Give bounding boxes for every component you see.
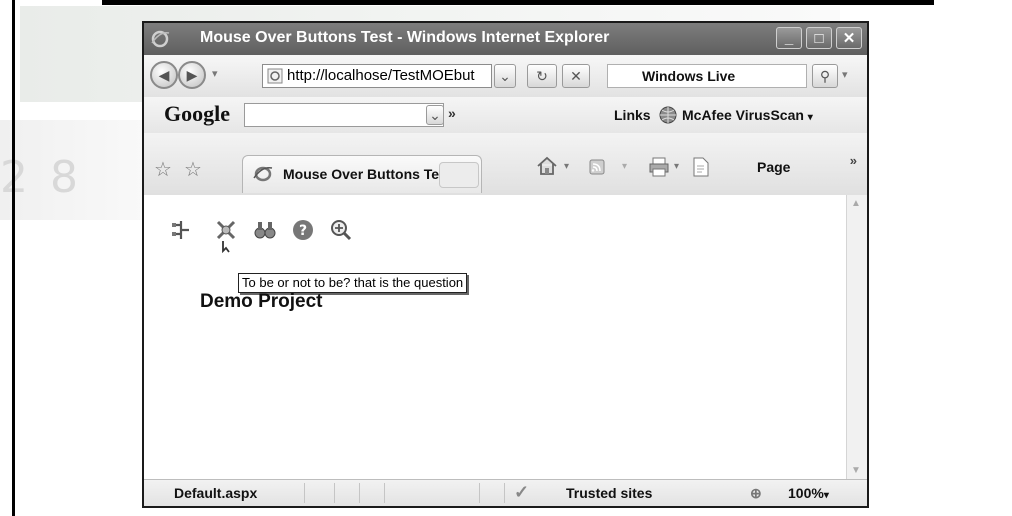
feeds-icon[interactable] [589,159,605,175]
zoom-level-text: 100% [788,485,824,501]
mcafee-button[interactable]: McAfee VirusScan ▾ [658,106,813,124]
svg-text:?: ? [299,223,307,239]
search-provider-label: Windows Live [642,68,736,84]
refresh-button[interactable]: ↻ [527,64,557,88]
zoom-status-icon: ⊕ [750,485,762,501]
back-button[interactable]: ◀ [150,61,178,89]
new-tab-button[interactable] [439,162,479,188]
status-bar: Default.aspx ✓ Trusted sites ⊕ 100%▾ [144,479,867,506]
left-black-rule [12,0,15,516]
security-zone-text[interactable]: Trusted sites [566,485,652,501]
google-logo: Google [164,101,230,126]
ie-window: Mouse Over Buttons Test - Windows Intern… [142,21,869,508]
close-button[interactable]: ✕ [836,27,862,49]
forward-arrow-icon: ▶ [186,67,198,83]
status-divider [384,483,385,503]
page-favicon-icon [267,68,283,84]
status-page-text: Default.aspx [174,485,258,501]
stop-icon: ✕ [570,68,582,84]
search-icon: ⚲ [819,68,831,84]
mcafee-globe-icon [659,106,677,124]
status-divider [304,483,305,503]
status-divider [334,483,335,503]
url-text: http://localhose/TestMOEbut [287,67,475,84]
links-button[interactable]: Links [614,107,651,123]
home-dropdown-icon[interactable]: ▾ [564,161,569,172]
tab-label: Mouse Over Buttons Test [283,166,452,182]
address-bar: ◀ ▶ ▾ http://localhose/TestMOEbut ⌄ ↻ ✕ … [144,55,867,97]
maximize-button[interactable]: □ [806,27,832,49]
minimize-button[interactable]: _ [776,27,802,49]
google-more-button[interactable]: » [448,105,456,121]
url-dropdown-button[interactable]: ⌄ [494,64,516,88]
history-dropdown-icon[interactable]: ▾ [212,67,218,80]
live-search-input[interactable]: Windows Live [607,64,807,88]
trusted-check-icon: ✓ [514,482,530,502]
print-icon[interactable] [648,157,670,177]
zoom-level-button[interactable]: 100%▾ [788,485,829,501]
search-options-icon[interactable]: ▾ [842,68,848,81]
vertical-scrollbar[interactable]: ▲ ▼ [846,195,867,480]
tab-mouse-over-buttons-test[interactable]: Mouse Over Buttons Test [242,155,482,193]
mcafee-label: McAfee VirusScan [682,107,804,123]
status-divider [479,483,480,503]
refresh-icon: ↻ [536,68,548,84]
add-favorite-star-icon[interactable]: ☆ [184,157,202,182]
top-black-rule [102,0,934,5]
google-dropdown-button[interactable]: ⌄ [426,105,444,125]
tab-command-bar: ☆ ☆ Mouse Over Buttons Test ▾ ▾ ▾ Page » [144,133,867,197]
minimize-icon: _ [784,30,794,47]
ie-logo-icon [151,30,170,48]
tooltip: To be or not to be? that is the question [238,273,468,293]
search-button[interactable]: ⚲ [812,64,838,88]
google-search-input[interactable] [244,103,444,127]
back-arrow-icon: ◀ [158,67,170,83]
url-field[interactable]: http://localhose/TestMOEbut [262,64,492,88]
print-dropdown-icon[interactable]: ▾ [674,161,679,172]
page-menu-button[interactable]: Page [757,159,790,175]
tree-icon[interactable] [170,219,192,241]
chevron-down-icon: ▾ [823,490,829,501]
forward-button[interactable]: ▶ [178,61,206,89]
page-content: ? To be or not to be? that is the questi… [144,195,847,480]
feeds-dropdown-icon[interactable]: ▾ [622,161,627,172]
page-heading: Demo Project [200,291,323,312]
close-icon: ✕ [842,30,856,47]
page-doc-icon[interactable] [692,157,710,177]
maximize-icon: □ [814,30,824,47]
ie-tab-icon [253,166,273,182]
window-title: Mouse Over Buttons Test - Windows Intern… [200,29,610,46]
command-overflow-icon[interactable]: » [850,153,857,168]
title-bar: Mouse Over Buttons Test - Windows Intern… [144,23,867,55]
favorites-star-icon[interactable]: ☆ [154,157,172,182]
home-icon[interactable] [536,155,558,177]
help-icon[interactable]: ? [292,219,314,241]
scroll-up-icon[interactable]: ▲ [849,197,863,211]
status-divider [359,483,360,503]
tools-icon[interactable] [214,219,238,253]
chevron-down-icon: ⌄ [429,107,441,123]
chevron-down-icon: ▾ [807,112,813,123]
status-divider [504,483,505,503]
scroll-down-icon[interactable]: ▼ [849,464,863,478]
google-toolbar: Google ⌄ » Links McAfee VirusScan ▾ [144,97,867,134]
stop-button[interactable]: ✕ [562,64,590,88]
zoom-icon[interactable] [330,219,352,241]
chevron-down-icon: ⌄ [499,68,511,84]
binoculars-icon[interactable] [254,219,276,241]
